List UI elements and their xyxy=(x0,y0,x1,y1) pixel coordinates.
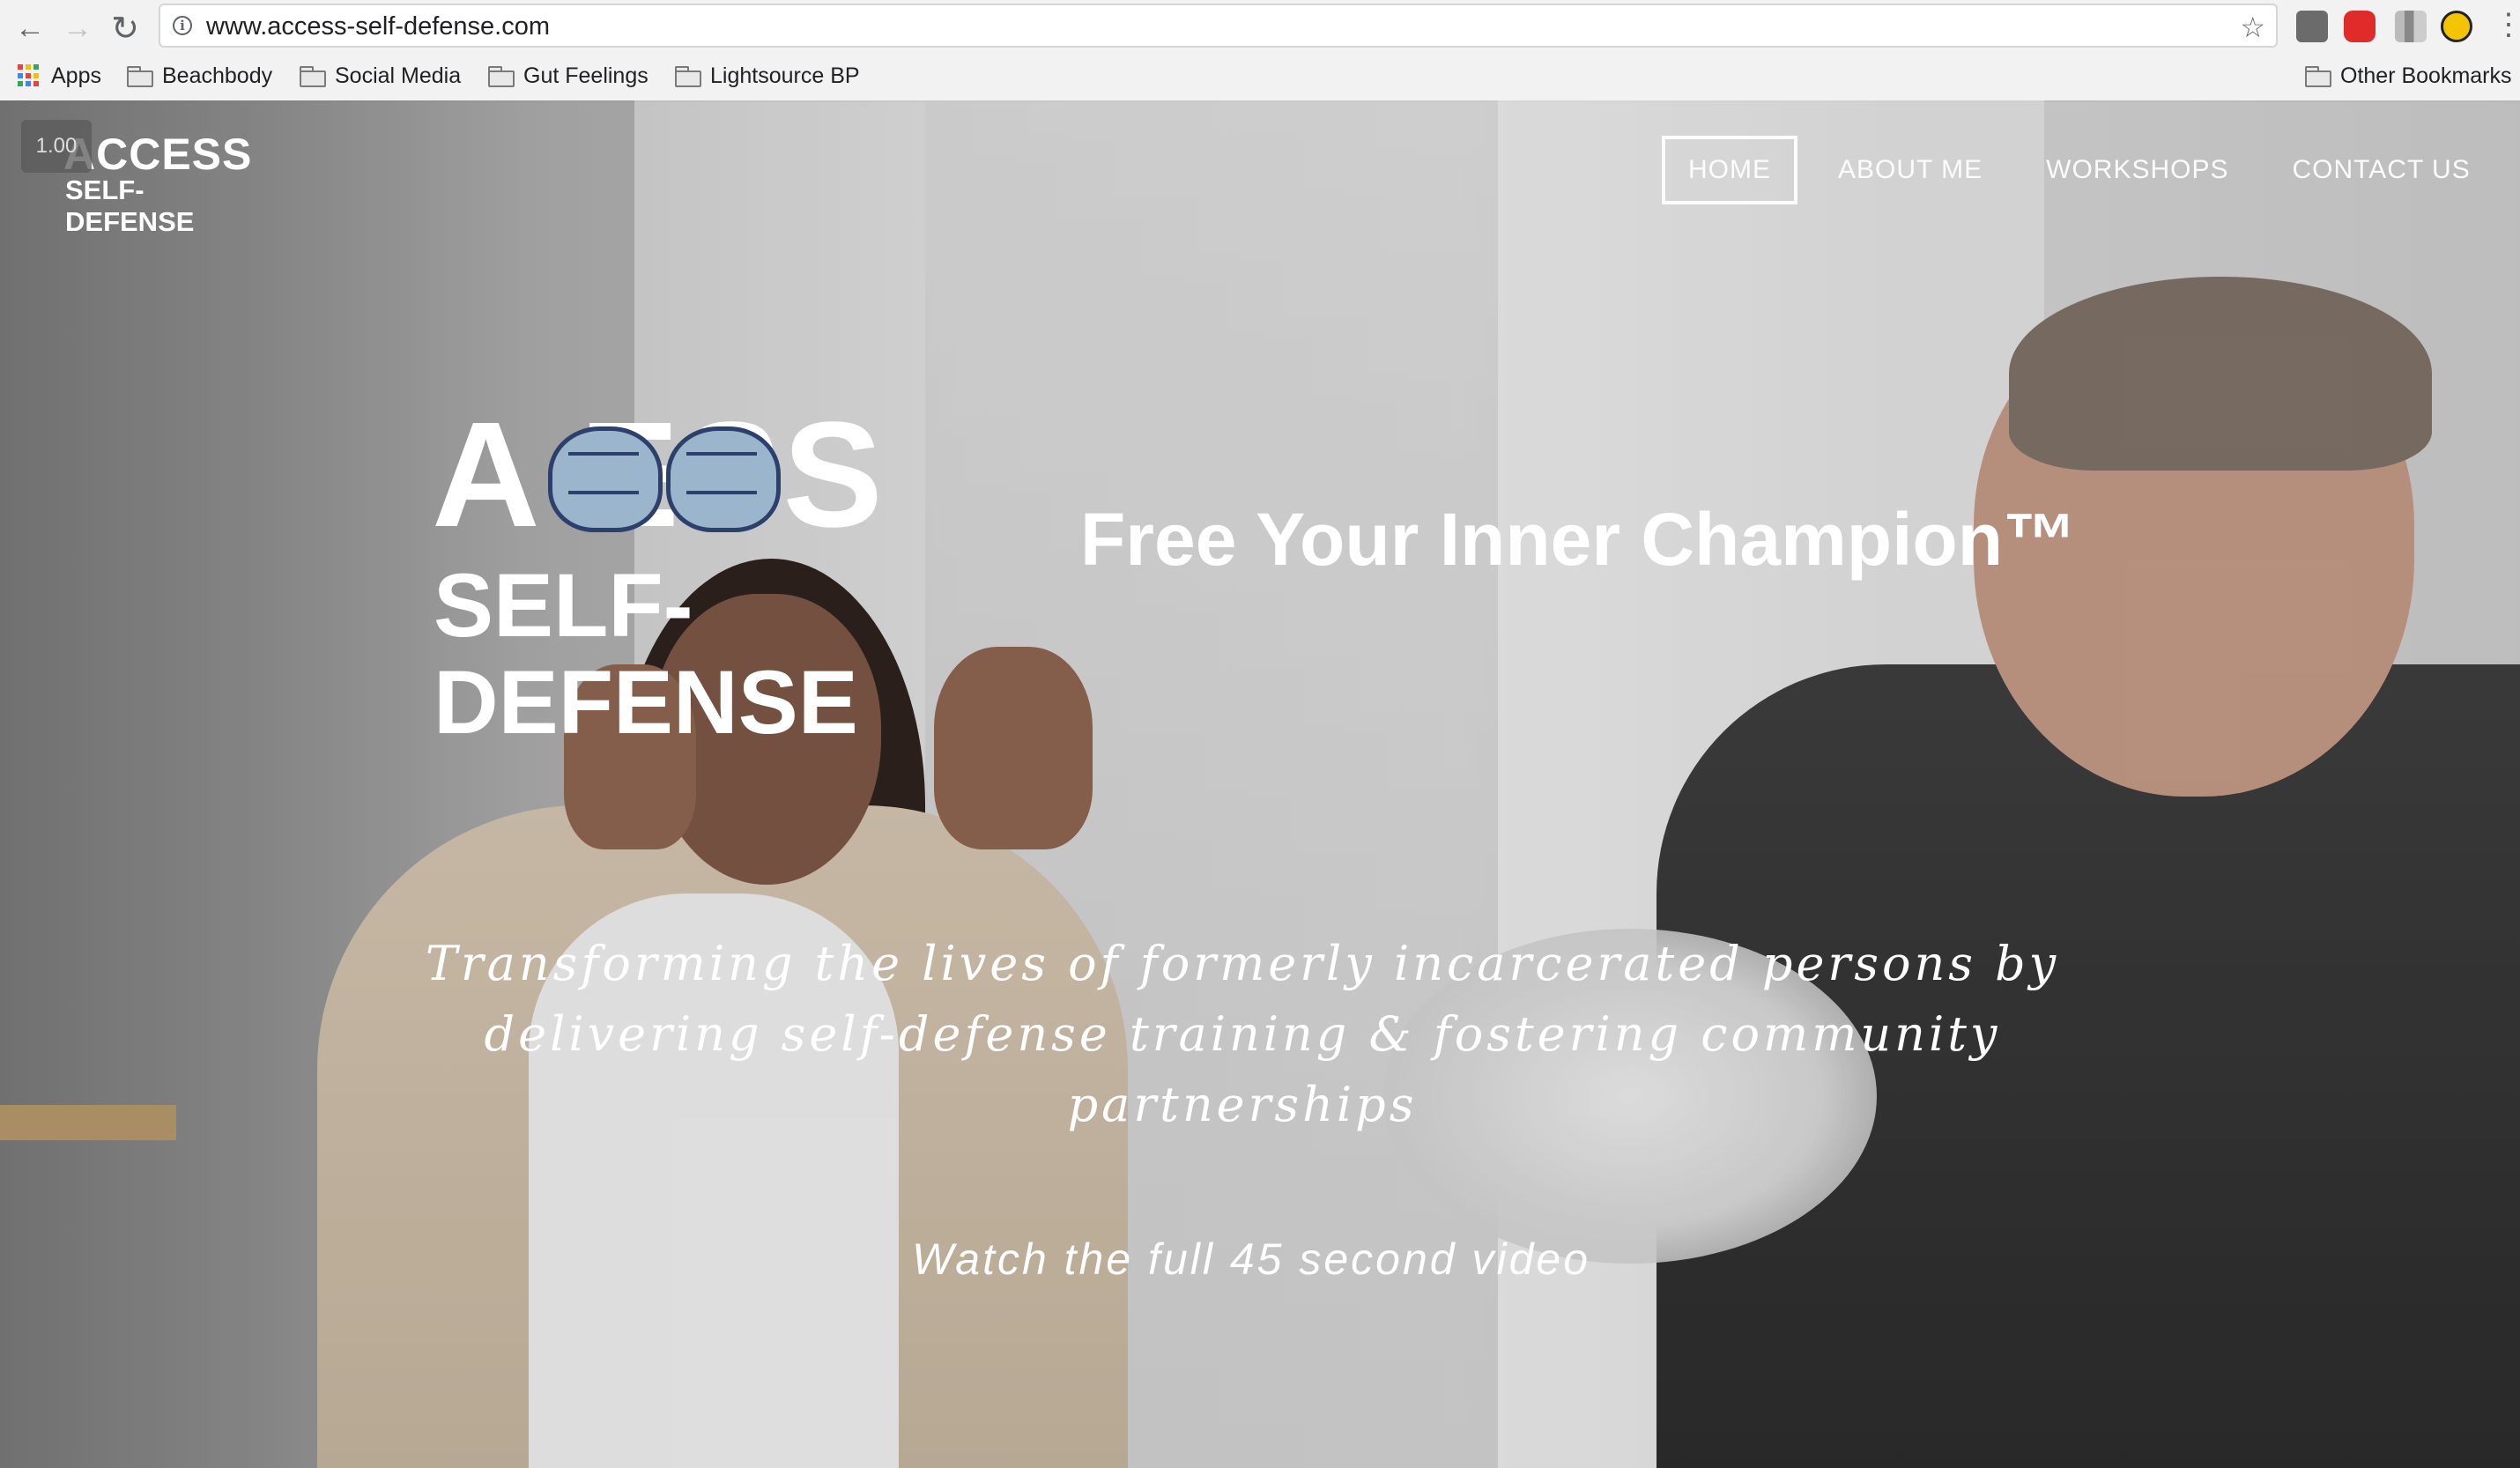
folder-icon xyxy=(300,66,326,87)
url-text[interactable]: www.access-self-defense.com xyxy=(206,12,550,41)
hero-tagline: Free Your Inner Champion™ xyxy=(1080,498,2078,581)
hero-logo-line2: SELF-DEFENSE xyxy=(434,555,858,753)
back-arrow-icon[interactable]: ← xyxy=(11,9,49,48)
bookmark-beachbody[interactable]: Beachbody xyxy=(127,60,272,92)
download-extension-icon[interactable] xyxy=(2296,11,2328,42)
mission-statement: Transforming the lives of formerly incar… xyxy=(425,936,2060,1132)
menu-dots-icon[interactable]: ⋮ xyxy=(2494,9,2520,44)
bars-extension-icon[interactable] xyxy=(2395,11,2427,42)
browser-toolbar: ← → ↻ i www.access-self-defense.com ☆ ⋮ xyxy=(0,0,2520,55)
hero-section: ACCESS SELF-DEFENSE 1.00 HOME ABOUT ME W… xyxy=(0,100,2520,1468)
folder-icon xyxy=(488,66,515,87)
reload-icon[interactable]: ↻ xyxy=(106,9,145,48)
player-extension-icon[interactable] xyxy=(2441,11,2472,42)
fist-icon xyxy=(666,426,781,532)
bookmark-other-bookmarks[interactable]: Other Bookmarks xyxy=(2305,60,2512,92)
youtube-extension-icon[interactable] xyxy=(2344,11,2375,42)
bookmarks-bar: Apps Beachbody Social Media Gut Feelings… xyxy=(0,55,2520,99)
nav-home[interactable]: HOME xyxy=(1662,136,1797,204)
fist-icon xyxy=(548,426,663,532)
bookmark-apps[interactable]: Apps xyxy=(18,60,101,92)
folder-icon xyxy=(2305,66,2331,87)
nav-about-me[interactable]: ABOUT ME xyxy=(1815,136,2005,204)
info-icon[interactable]: i xyxy=(173,16,192,35)
apps-grid-icon xyxy=(18,64,41,87)
bookmark-label: Other Bookmarks xyxy=(2340,63,2512,88)
hero-logo: A ESS SELF-DEFENSE xyxy=(432,400,1049,751)
address-bar[interactable]: i www.access-self-defense.com ☆ xyxy=(159,4,2278,48)
forward-arrow-icon[interactable]: → xyxy=(58,9,97,48)
bookmark-label: Lightsource BP xyxy=(710,63,860,88)
logo-line1: ACCESS xyxy=(63,130,253,179)
bookmark-label: Apps xyxy=(51,63,101,88)
bookmark-star-icon[interactable]: ☆ xyxy=(2240,11,2265,44)
nav-workshops[interactable]: WORKSHOPS xyxy=(2023,136,2251,204)
folder-icon xyxy=(127,66,153,87)
bookmark-lightsource-bp[interactable]: Lightsource BP xyxy=(675,60,860,92)
site-logo[interactable]: ACCESS SELF-DEFENSE xyxy=(63,129,257,237)
bookmark-label: Beachbody xyxy=(162,63,273,88)
browser-chrome: ← → ↻ i www.access-self-defense.com ☆ ⋮ … xyxy=(0,0,2520,102)
zoom-badge: 1.00 xyxy=(21,120,92,173)
folder-icon xyxy=(675,66,701,87)
nav-contact-us[interactable]: CONTACT US xyxy=(2270,136,2494,204)
bookmark-gut-feelings[interactable]: Gut Feelings xyxy=(488,60,649,92)
bookmark-label: Social Media xyxy=(335,63,462,88)
watch-video-link[interactable]: Watch the full 45 second video xyxy=(872,1234,1630,1285)
bookmark-label: Gut Feelings xyxy=(523,63,649,88)
main-nav: HOME ABOUT ME WORKSHOPS CONTACT US xyxy=(1662,136,2494,204)
logo-line2: SELF-DEFENSE xyxy=(65,174,195,237)
bookmark-social-media[interactable]: Social Media xyxy=(300,60,461,92)
